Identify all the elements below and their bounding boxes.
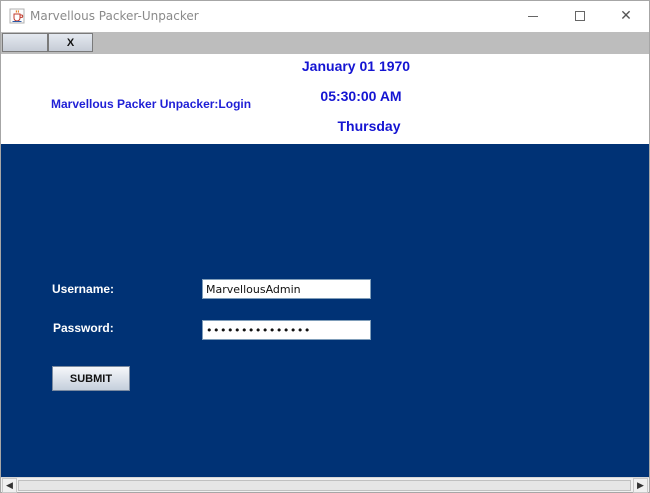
- header-panel: Marvellous Packer Unpacker:Login January…: [1, 54, 649, 144]
- maximize-button[interactable]: [557, 1, 603, 31]
- password-input[interactable]: [202, 320, 371, 340]
- blank-button[interactable]: [2, 33, 48, 52]
- username-input[interactable]: [202, 279, 371, 299]
- scrollbar-thumb[interactable]: [18, 480, 631, 491]
- close-icon: ✕: [620, 8, 632, 24]
- login-title: Marvellous Packer Unpacker:Login: [51, 97, 252, 111]
- horizontal-scrollbar[interactable]: ◀ ▶: [1, 477, 649, 493]
- day-label: Thursday: [337, 118, 401, 134]
- time-label: 05:30:00 AM: [320, 88, 402, 104]
- minimize-button[interactable]: [510, 1, 556, 31]
- java-coffee-icon: [9, 8, 25, 24]
- scroll-right-icon[interactable]: ▶: [633, 478, 648, 493]
- password-label: Password:: [53, 321, 114, 335]
- app-window: Marvellous Packer-Unpacker ✕ X Marvellou…: [0, 0, 650, 493]
- window-title: Marvellous Packer-Unpacker: [30, 9, 199, 23]
- x-button[interactable]: X: [48, 33, 93, 52]
- maximize-icon: [575, 11, 585, 21]
- toolbar: X: [1, 32, 649, 54]
- username-label: Username:: [52, 282, 115, 296]
- scroll-left-icon[interactable]: ◀: [2, 478, 17, 493]
- minimize-icon: [528, 15, 538, 17]
- title-bar[interactable]: Marvellous Packer-Unpacker ✕: [1, 1, 649, 32]
- close-button[interactable]: ✕: [603, 1, 649, 31]
- date-label: January 01 1970: [301, 58, 411, 74]
- login-panel: Username: Password: SUBMIT: [1, 144, 649, 477]
- submit-button[interactable]: SUBMIT: [52, 366, 130, 391]
